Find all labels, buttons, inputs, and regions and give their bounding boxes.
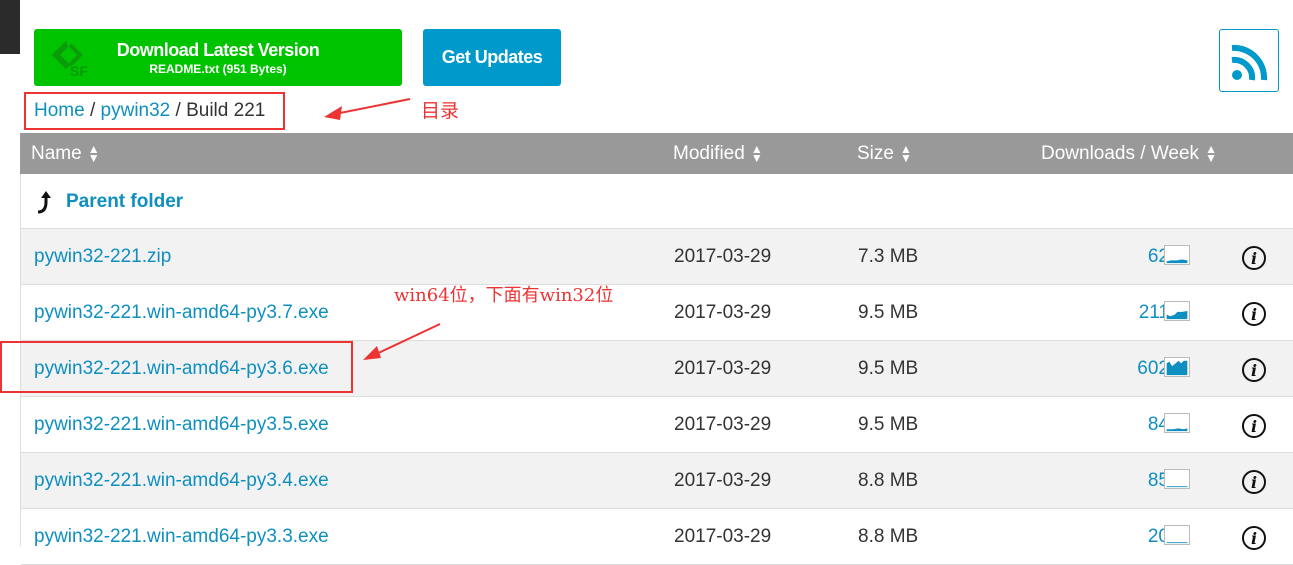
column-size[interactable]: Size ▲ ▼ (857, 133, 912, 174)
table-row: pywin32-221.win-amd64-py3.5.exe 2017-03-… (21, 397, 1293, 453)
modified-date: 2017-03-29 (674, 358, 772, 379)
sparkline-chart (1164, 301, 1190, 321)
annotation-row: win64位，下面有win32位 (394, 285, 614, 306)
info-icon[interactable]: i (1242, 302, 1266, 326)
sort-icon: ▲ ▼ (87, 141, 100, 165)
file-size: 7.3 MB (858, 246, 919, 267)
parent-folder-row[interactable]: Parent folder (21, 174, 1293, 229)
download-subtitle: README.txt (951 Bytes) (149, 62, 287, 76)
info-icon[interactable]: i (1242, 414, 1266, 438)
modified-date: 2017-03-29 (674, 246, 772, 267)
download-title: Download Latest Version (116, 40, 320, 60)
sort-icon: ▲ ▼ (1205, 141, 1217, 165)
info-icon[interactable]: i (1242, 526, 1266, 550)
breadcrumb: Home / pywin32 / Build 221 (24, 92, 285, 130)
sparkline-area (1166, 428, 1188, 432)
file-size: 9.5 MB (858, 302, 919, 323)
file-link[interactable]: pywin32-221.win-amd64-py3.5.exe (34, 397, 329, 453)
breadcrumb-separator: / (84, 100, 101, 121)
sort-icon: ▲ ▼ (750, 141, 763, 165)
file-size: 9.5 MB (858, 414, 919, 435)
info-icon[interactable]: i (1242, 358, 1266, 382)
breadcrumb-project[interactable]: pywin32 (101, 100, 171, 121)
sparkline-area (1166, 311, 1188, 320)
file-link[interactable]: pywin32-221.zip (34, 229, 171, 285)
info-icon[interactable]: i (1242, 470, 1266, 494)
table-row: pywin32-221.win-amd64-py3.4.exe 2017-03-… (21, 453, 1293, 509)
column-modified[interactable]: Modified ▲ ▼ (673, 133, 763, 174)
sparkline-area (1166, 542, 1188, 544)
sparkline-chart (1164, 525, 1190, 545)
sparkline-area (1166, 486, 1188, 488)
breadcrumb-home[interactable]: Home (34, 100, 85, 121)
file-link[interactable]: pywin32-221.win-amd64-py3.7.exe (34, 285, 329, 341)
rss-button[interactable] (1219, 29, 1279, 92)
file-size: 9.5 MB (858, 358, 919, 379)
column-downloads[interactable]: Downloads / Week ▲ ▼ (1041, 133, 1217, 174)
rss-icon (1231, 44, 1268, 81)
file-size: 8.8 MB (858, 470, 919, 491)
sparkline-area (1166, 360, 1188, 376)
modified-date: 2017-03-29 (674, 302, 772, 323)
file-link[interactable]: pywin32-221.win-amd64-py3.4.exe (34, 453, 329, 509)
download-latest-button[interactable]: SF Download Latest Version README.txt (9… (34, 29, 402, 86)
annotation-breadcrumb: 目录 (421, 100, 460, 122)
modified-date: 2017-03-29 (674, 414, 772, 435)
sort-icon: ▲ ▼ (899, 141, 912, 165)
sparkline-chart (1164, 413, 1190, 433)
sparkline-chart (1164, 245, 1190, 265)
table-row: pywin32-221.win-amd64-py3.3.exe 2017-03-… (21, 509, 1293, 565)
table-header: Name ▲ ▼ Modified ▲ ▼ Size ▲ ▼ Downloads / Wee… (20, 133, 1293, 174)
table-row: pywin32-221.win-amd64-py3.7.exe 2017-03-… (21, 285, 1293, 341)
info-icon[interactable]: i (1242, 246, 1266, 270)
get-updates-button[interactable]: Get Updates (423, 29, 561, 86)
breadcrumb-current: Build 221 (186, 100, 266, 121)
sparkline-area (1166, 259, 1188, 264)
breadcrumb-separator: / (170, 100, 187, 121)
highlight-box (0, 341, 353, 393)
file-link[interactable]: pywin32-221.win-amd64-py3.3.exe (34, 509, 329, 565)
sparkline-chart (1164, 357, 1190, 377)
file-size: 8.8 MB (858, 526, 919, 547)
modified-date: 2017-03-29 (674, 526, 772, 547)
window-edge (0, 0, 20, 54)
sparkline-chart (1164, 469, 1190, 489)
column-name[interactable]: Name ▲ ▼ (31, 133, 100, 174)
table-row: pywin32-221.zip 2017-03-29 7.3 MB 62 i (21, 229, 1293, 285)
modified-date: 2017-03-29 (674, 470, 772, 491)
parent-folder-link[interactable]: Parent folder (66, 174, 183, 230)
annotation-arrow (324, 98, 411, 120)
annotation-arrow (363, 323, 441, 360)
up-arrow-icon (37, 191, 51, 214)
